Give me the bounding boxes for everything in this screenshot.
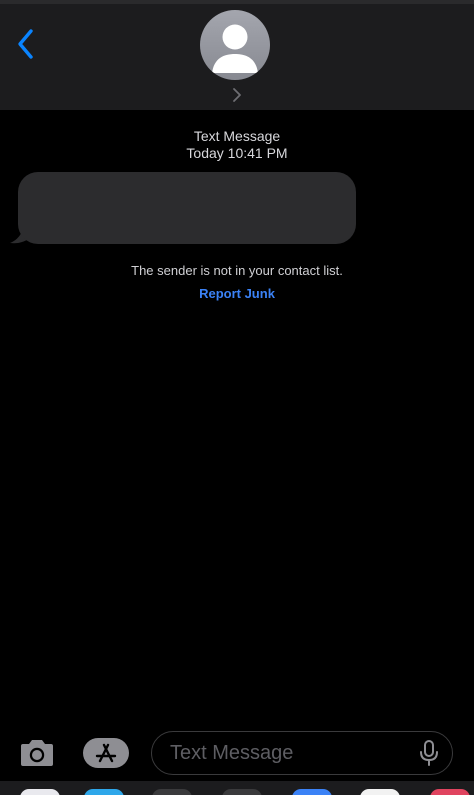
message-timestamp: Today 10:41 PM [186,145,288,161]
back-button[interactable] [8,24,44,64]
dock-app-1[interactable] [20,789,60,795]
status-bar [0,0,474,4]
incoming-message-bubble[interactable] [18,172,356,244]
message-input-placeholder: Text Message [170,742,294,764]
microphone-icon [420,740,438,766]
dock-app-4[interactable] [222,789,262,795]
dock-app-7[interactable] [430,789,470,795]
message-meta: Text Message Today 10:41 PM [0,128,474,162]
dock-app-3[interactable] [152,789,192,795]
dock-app-5[interactable] [292,789,332,795]
message-input[interactable]: Text Message [151,731,453,775]
service-label: Text Message [193,128,281,144]
contact-avatar[interactable] [200,10,270,80]
dock-app-6[interactable] [360,789,400,795]
contact-details-chevron[interactable] [229,86,245,104]
report-junk-row: Report Junk [0,286,474,301]
report-junk-link[interactable]: Report Junk [199,286,275,301]
app-store-icon [83,738,129,768]
unknown-sender-notice: The sender is not in your contact list. [131,263,343,278]
camera-button[interactable] [14,734,60,772]
dictation-button[interactable] [418,740,440,766]
camera-icon [21,740,53,766]
dock-app-2[interactable] [84,789,124,795]
conversation-header [0,0,474,110]
chevron-right-icon [233,88,241,102]
person-icon [212,24,258,73]
message-row [10,172,358,246]
app-store-button[interactable] [80,734,132,772]
messages-screen: Text Message Today 10:41 PM The sender i… [0,0,474,795]
chevron-left-icon [18,29,33,59]
